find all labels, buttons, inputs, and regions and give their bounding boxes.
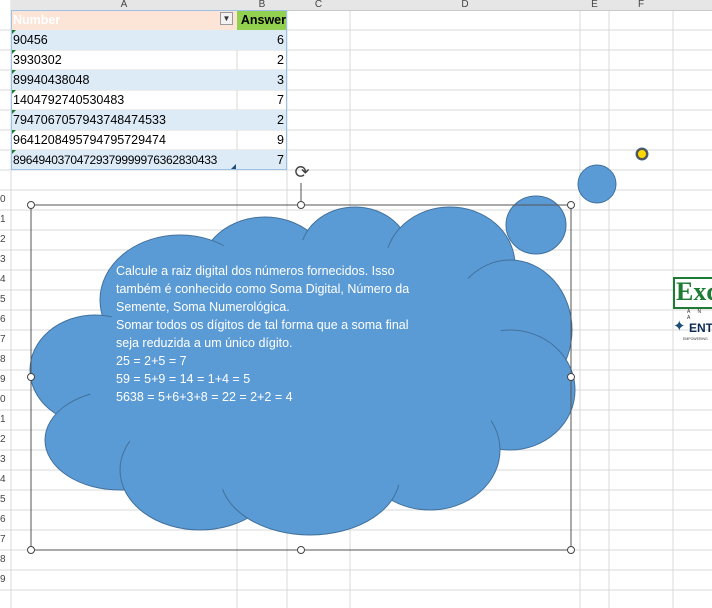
- brand-logo: Exc A N A ✦ ENT EMPOWERING: [673, 277, 712, 347]
- logo-tagline: EMPOWERING: [683, 337, 708, 341]
- logo-mid-text: A N A: [687, 309, 705, 321]
- adjustment-handle[interactable]: [636, 148, 648, 160]
- resize-handle-bottom-right[interactable]: [567, 546, 575, 554]
- resize-handle-right[interactable]: [567, 373, 575, 381]
- resize-handle-left[interactable]: [27, 373, 35, 381]
- dna-icon: ✦: [673, 318, 686, 335]
- callout-line: 5638 = 5+6+3+8 = 22 = 2+2 = 4: [116, 390, 293, 404]
- resize-handle-bottom[interactable]: [297, 546, 305, 554]
- cloud-tail-bubble-medium: [505, 195, 567, 255]
- callout-line: 25 = 2+5 = 7: [116, 354, 187, 368]
- resize-handle-top-right[interactable]: [567, 201, 575, 209]
- resize-handle-top-left[interactable]: [27, 201, 35, 209]
- callout-line: seja reduzida a um único dígito.: [116, 336, 293, 350]
- callout-line: também é conhecido como Soma Digital, Nú…: [116, 282, 410, 296]
- callout-line: Calcule a raiz digital dos números forne…: [116, 264, 395, 278]
- logo-bottom-text: ENT: [689, 321, 712, 335]
- callout-line: 59 = 5+9 = 14 = 1+4 = 5: [116, 372, 251, 386]
- resize-handle-bottom-left[interactable]: [27, 546, 35, 554]
- callout-text[interactable]: Calcule a raiz digital dos números forne…: [116, 262, 456, 406]
- callout-line: Semente, Soma Numerológica.: [116, 300, 290, 314]
- callout-line: Somar todos os dígitos de tal forma que …: [116, 318, 409, 332]
- resize-handle-top[interactable]: [297, 201, 305, 209]
- logo-top-text: Exc: [676, 277, 712, 306]
- rotate-handle-icon[interactable]: ⟳: [292, 162, 312, 182]
- cloud-tail-bubble-large: [577, 164, 617, 204]
